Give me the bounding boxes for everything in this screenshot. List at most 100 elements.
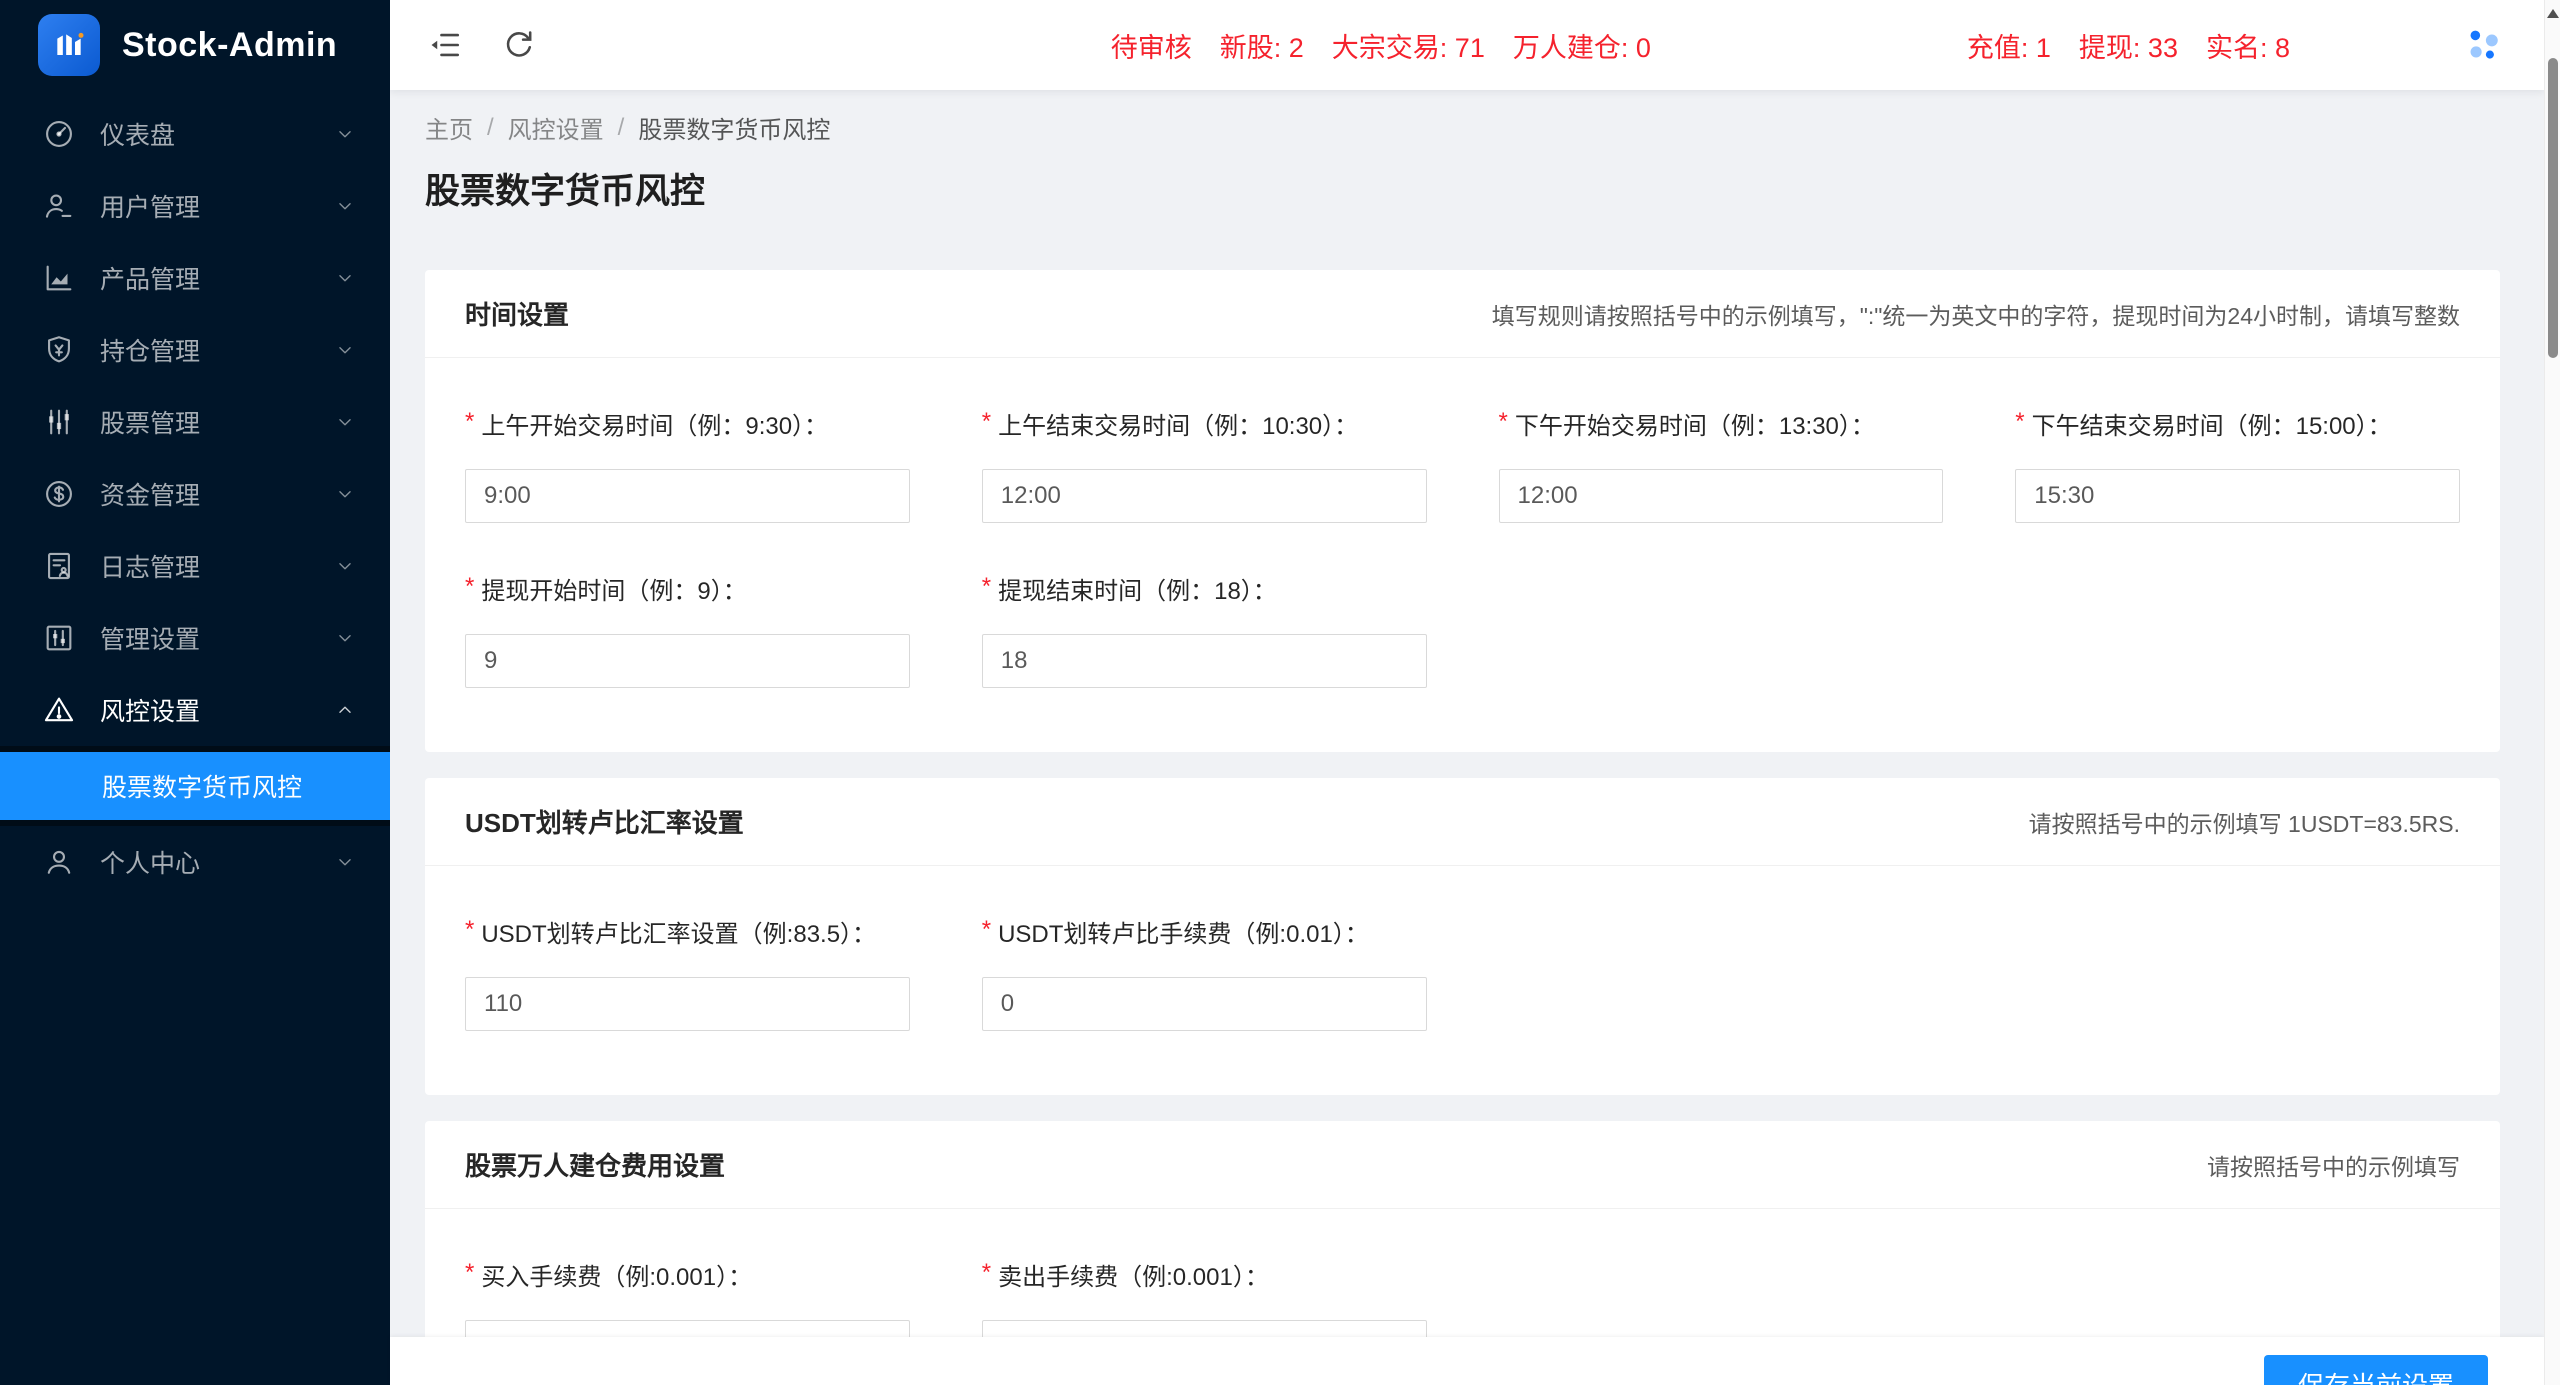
field-label: 买入手续费（例:0.001）： — [465, 1257, 910, 1292]
account-stat: 提现: 33 — [2079, 26, 2178, 65]
save-settings-button[interactable]: 保存当前设置 — [2264, 1355, 2488, 1385]
card-usdt-rate-settings: USDT划转卢比汇率设置请按照括号中的示例填写 1USDT=83.5RS. USD… — [425, 778, 2500, 1095]
breadcrumb-item[interactable]: 风控设置 — [508, 110, 604, 145]
sidebar-item-label: 资金管理 — [100, 476, 334, 512]
card-hint: 请按照括号中的示例填写 — [2207, 1148, 2460, 1182]
sidebar-item-label: 个人中心 — [100, 844, 334, 880]
sidebar-item-label: 用户管理 — [100, 188, 334, 224]
sidebar-item-user-management[interactable]: 用户管理 — [0, 170, 390, 242]
card-header: USDT划转卢比汇率设置请按照括号中的示例填写 1USDT=83.5RS. — [425, 778, 2500, 866]
control-panel-icon — [42, 621, 76, 655]
sidebar-item-label: 管理设置 — [100, 620, 334, 656]
card-time-settings: 时间设置 填写规则请按照括号中的示例填写，":"统一为英文中的字符，提现时间为24… — [425, 270, 2500, 752]
chevron-down-icon — [334, 339, 356, 361]
pending-stat: 大宗交易: 71 — [1332, 26, 1485, 65]
field-withdraw-end-hour: 提现结束时间（例：18）： — [982, 571, 1427, 688]
pending-stats: 待审核新股: 2 大宗交易: 71 万人建仓: 0 — [1111, 26, 1651, 65]
user-icon — [42, 845, 76, 879]
card-header: 时间设置 填写规则请按照括号中的示例填写，":"统一为英文中的字符，提现时间为24… — [425, 270, 2500, 358]
input-morning-close-time[interactable] — [982, 469, 1427, 523]
chevron-down-icon — [334, 195, 356, 217]
input-usdt-inr-fee[interactable] — [982, 977, 1427, 1031]
sidebar-subitem-stock-crypto-risk[interactable]: 股票数字货币风控 — [0, 752, 390, 820]
field-label: USDT划转卢比汇率设置（例:83.5）： — [465, 914, 910, 949]
input-usdt-inr-rate[interactable] — [465, 977, 910, 1031]
input-morning-open-time[interactable] — [465, 469, 910, 523]
sidebar-item-stock-management[interactable]: 股票管理 — [0, 386, 390, 458]
breadcrumb-separator: / — [618, 114, 625, 142]
sidebar-item-risk-settings[interactable]: 风控设置 — [0, 674, 390, 746]
loading-dots-icon[interactable] — [2460, 22, 2506, 68]
user-search-icon — [42, 189, 76, 223]
field-morning-open-time: 上午开始交易时间（例：9:30）： — [465, 406, 910, 523]
chevron-down-icon — [334, 483, 356, 505]
sidebar-item-label: 风控设置 — [100, 692, 334, 728]
warning-triangle-icon — [42, 693, 76, 727]
log-file-icon — [42, 549, 76, 583]
area-chart-icon — [42, 261, 76, 295]
account-stat: 充值: 1 — [1967, 26, 2051, 65]
card-hint: 填写规则请按照括号中的示例填写，":"统一为英文中的字符，提现时间为24小时制，… — [1492, 297, 2460, 331]
input-withdraw-start-hour[interactable] — [465, 634, 910, 688]
breadcrumb-item[interactable]: 主页 — [425, 110, 473, 145]
sidebar-item-log-management[interactable]: 日志管理 — [0, 530, 390, 602]
card-title: 时间设置 — [465, 295, 569, 332]
sidebar-item-product-management[interactable]: 产品管理 — [0, 242, 390, 314]
scrollbar[interactable] — [2544, 0, 2560, 1385]
sidebar-item-funds-management[interactable]: 资金管理 — [0, 458, 390, 530]
field-afternoon-open-time: 下午开始交易时间（例：13:30）： — [1499, 406, 1944, 523]
input-afternoon-close-time[interactable] — [2015, 469, 2460, 523]
app-logo[interactable]: Stock-Admin — [0, 0, 390, 90]
main-content: 主页/风控设置/股票数字货币风控 股票数字货币风控 时间设置填写规则请按照括号中… — [390, 90, 2544, 1385]
chevron-down-icon — [334, 267, 356, 289]
field-label: 卖出手续费（例:0.001）： — [982, 1257, 1427, 1292]
dollar-circle-icon — [42, 477, 76, 511]
candlestick-icon — [42, 405, 76, 439]
pending-stat: 新股: 2 — [1220, 26, 1304, 65]
field-label: 上午结束交易时间（例：10:30）： — [982, 406, 1427, 441]
chevron-down-icon — [334, 627, 356, 649]
scrollbar-thumb[interactable] — [2548, 58, 2558, 358]
breadcrumb-item: 股票数字货币风控 — [638, 110, 830, 145]
sidebar-item-admin-settings[interactable]: 管理设置 — [0, 602, 390, 674]
scrollbar-up-arrow-icon[interactable] — [2547, 9, 2559, 18]
chevron-down-icon — [334, 123, 356, 145]
pending-stat: 万人建仓: 0 — [1513, 26, 1651, 65]
sidebar-item-label: 日志管理 — [100, 548, 334, 584]
input-afternoon-open-time[interactable] — [1499, 469, 1944, 523]
app-title: Stock-Admin — [122, 26, 337, 65]
chevron-up-icon — [334, 699, 356, 721]
card-hint: 请按照括号中的示例填写 1USDT=83.5RS. — [2029, 805, 2460, 839]
sidebar-item-label: 股票管理 — [100, 404, 334, 440]
sidebar-item-label: 产品管理 — [100, 260, 334, 296]
shield-currency-icon — [42, 333, 76, 367]
field-label: 下午开始交易时间（例：13:30）： — [1499, 406, 1944, 441]
account-stats: 充值: 1 提现: 33 实名: 8 — [1967, 26, 2290, 65]
field-morning-close-time: 上午结束交易时间（例：10:30）： — [982, 406, 1427, 523]
pending-stat: 待审核 — [1111, 26, 1192, 65]
field-label: 提现开始时间（例：9）： — [465, 571, 910, 606]
menu-fold-icon[interactable] — [428, 28, 462, 62]
field-label: 下午结束交易时间（例：15:00）： — [2015, 406, 2460, 441]
field-afternoon-close-time: 下午结束交易时间（例：15:00）： — [2015, 406, 2460, 523]
breadcrumb: 主页/风控设置/股票数字货币风控 — [425, 110, 2500, 145]
field-usdt-inr-fee: USDT划转卢比手续费（例:0.01）： — [982, 914, 1427, 1031]
field-usdt-inr-rate: USDT划转卢比汇率设置（例:83.5）： — [465, 914, 910, 1031]
card-title: 股票万人建仓费用设置 — [465, 1146, 725, 1183]
sidebar-item-position-management[interactable]: 持仓管理 — [0, 314, 390, 386]
account-stat: 实名: 8 — [2206, 26, 2290, 65]
sidebar-item-label: 仪表盘 — [100, 116, 334, 152]
submenu-risk-settings: 股票数字货币风控 — [0, 746, 390, 826]
card-header: 股票万人建仓费用设置 请按照括号中的示例填写 — [425, 1121, 2500, 1209]
field-label: 提现结束时间（例：18）： — [982, 571, 1427, 606]
input-withdraw-end-hour[interactable] — [982, 634, 1427, 688]
topbar: 待审核新股: 2 大宗交易: 71 万人建仓: 0 充值: 1 提现: 33 实名: 8 — [390, 0, 2544, 90]
page-title: 股票数字货币风控 — [425, 163, 2500, 214]
sidebar-item-personal-center[interactable]: 个人中心 — [0, 826, 390, 898]
sidebar-item-label: 持仓管理 — [100, 332, 334, 368]
refresh-icon[interactable] — [502, 28, 536, 62]
chevron-down-icon — [334, 411, 356, 433]
sidebar-menu: 仪表盘用户管理产品管理持仓管理股票管理资金管理日志管理管理设置风控设置股票数字货… — [0, 98, 390, 898]
sidebar: Stock-Admin 仪表盘用户管理产品管理持仓管理股票管理资金管理日志管理管… — [0, 0, 390, 1385]
sidebar-item-dashboard[interactable]: 仪表盘 — [0, 98, 390, 170]
